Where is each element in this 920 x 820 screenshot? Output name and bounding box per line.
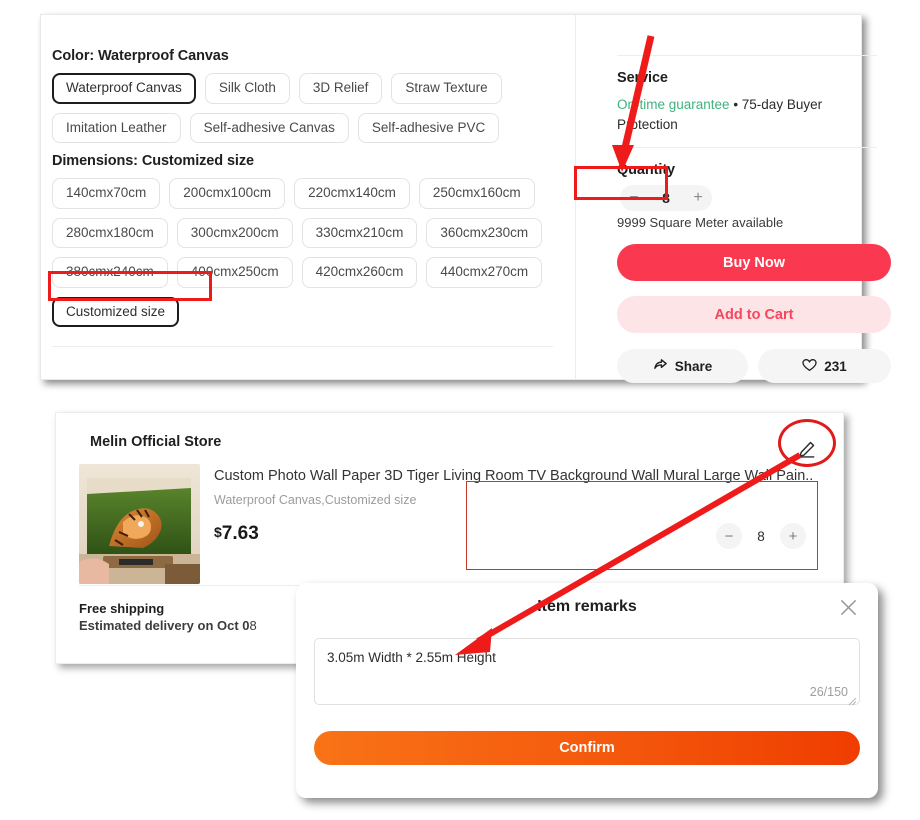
annotation-arrow-edit-to-modal <box>455 452 802 655</box>
